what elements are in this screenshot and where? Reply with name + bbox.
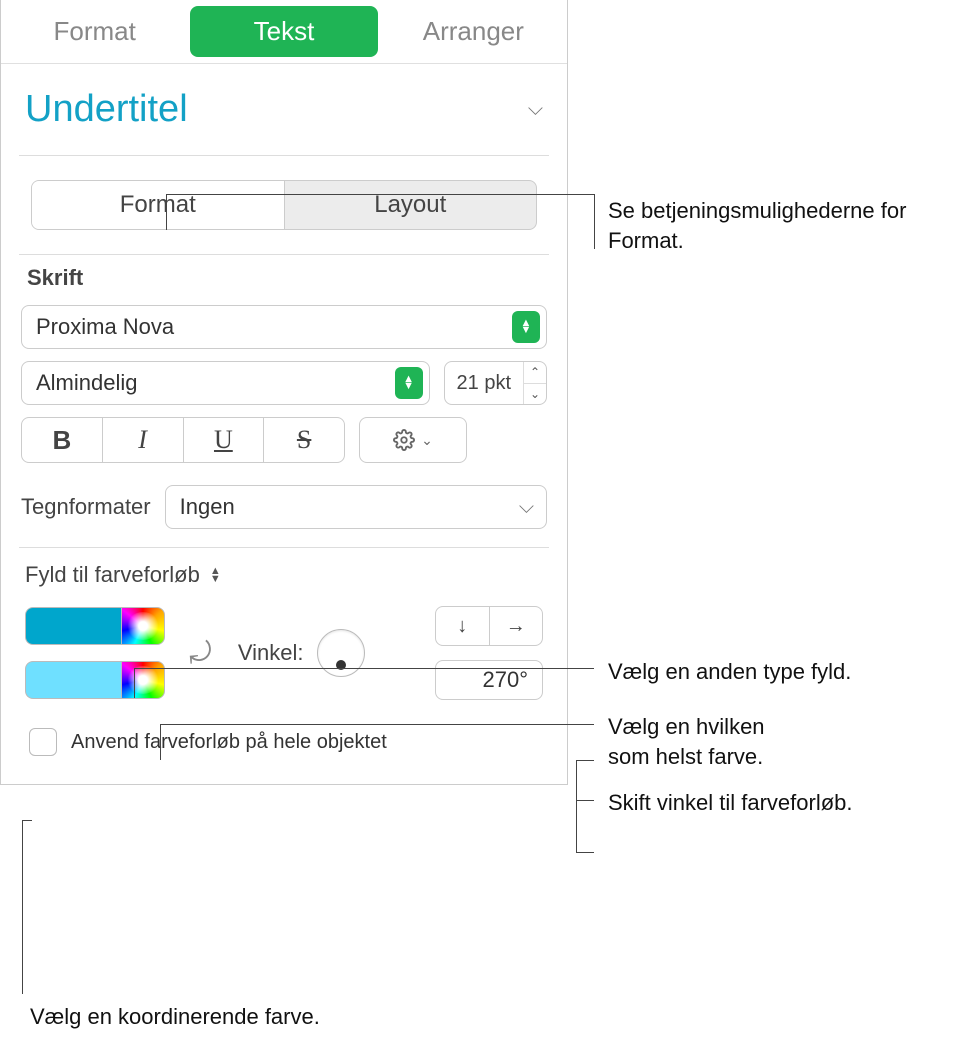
gear-icon — [393, 429, 415, 451]
tab-format[interactable]: Format — [1, 0, 188, 63]
font-family-value: Proxima Nova — [36, 314, 174, 340]
updown-icon: ▲▼ — [512, 311, 540, 343]
tab-tekst[interactable]: Tekst — [190, 6, 377, 57]
font-section-label: Skrift — [21, 265, 547, 291]
annotation-text: Se betjeningsmulighederne for Format. — [608, 196, 980, 255]
stepper-up-icon[interactable]: ⌃ — [524, 362, 546, 384]
callout-line — [160, 724, 594, 725]
sub-tab-row: Format Layout — [1, 156, 567, 254]
callout-line — [22, 820, 32, 821]
chevron-down-icon: ⌄ — [421, 432, 433, 449]
callout-line — [134, 668, 594, 669]
italic-button[interactable]: I — [103, 418, 184, 462]
font-size-stepper[interactable]: 21 pkt ⌃ ⌄ — [444, 361, 547, 405]
callout-line — [160, 724, 161, 760]
subtab-format[interactable]: Format — [32, 181, 285, 229]
callout-line — [576, 800, 594, 801]
callout-line — [594, 194, 595, 249]
char-formats-select[interactable]: Ingen ⌵ — [165, 485, 547, 529]
font-section: Skrift Proxima Nova ▲▼ Almindelig ▲▼ 21 … — [1, 255, 567, 547]
callout-line — [134, 668, 135, 698]
font-family-select[interactable]: Proxima Nova ▲▼ — [21, 305, 547, 349]
stepper-down-icon[interactable]: ⌄ — [524, 384, 546, 405]
paragraph-style-name: Undertitel — [25, 88, 188, 131]
char-formats-label: Tegnformater — [21, 494, 151, 520]
top-tab-bar: Format Tekst Arranger — [1, 0, 567, 64]
angle-group: Vinkel: — [238, 629, 366, 677]
angle-direction-segmented: ↓ → — [435, 606, 543, 646]
font-style-buttons: B I U S — [21, 417, 345, 463]
strikethrough-button[interactable]: S — [264, 418, 344, 462]
fill-type-select[interactable]: Fyld til farveforløb ▲▼ — [1, 548, 567, 600]
updown-icon: ▲▼ — [395, 367, 423, 399]
chevron-down-icon: ⌵ — [528, 98, 543, 121]
angle-down-button[interactable]: ↓ — [436, 607, 490, 645]
annotation-text: Vælg en hvilken som helst farve. — [608, 712, 765, 771]
callout-line — [576, 760, 594, 761]
angle-label: Vinkel: — [238, 640, 304, 666]
gradient-color-1-swatch[interactable] — [25, 607, 121, 645]
font-weight-select[interactable]: Almindelig ▲▼ — [21, 361, 430, 405]
angle-right-button[interactable]: → — [490, 607, 543, 645]
callout-line — [22, 820, 23, 994]
apply-gradient-label: Anvend farveforløb på hele objektet — [71, 731, 387, 754]
annotation-text: Vælg en koordinerende farve. — [30, 1002, 320, 1032]
angle-dial[interactable] — [317, 629, 365, 677]
annotation-text: Skift vinkel til farveforløb. — [608, 788, 853, 818]
color-well-2[interactable] — [121, 661, 165, 699]
updown-icon: ▲▼ — [210, 567, 221, 583]
apply-gradient-row: Anvend farveforløb på hele objektet — [25, 728, 543, 756]
gradient-colors — [25, 607, 165, 699]
tab-arranger[interactable]: Arranger — [380, 0, 567, 63]
font-weight-value: Almindelig — [36, 370, 138, 396]
annotation-text: Vælg en anden type fyld. — [608, 657, 851, 687]
font-size-value: 21 pkt — [445, 372, 523, 395]
char-formats-value: Ingen — [180, 494, 235, 520]
gradient-color-2-swatch[interactable] — [25, 661, 121, 699]
callout-line — [576, 760, 577, 852]
callout-line — [576, 852, 594, 853]
fill-type-label: Fyld til farveforløb — [25, 562, 200, 588]
callout-line — [166, 194, 594, 195]
angle-value-field[interactable]: 270° — [435, 660, 543, 700]
stepper-buttons[interactable]: ⌃ ⌄ — [523, 362, 546, 404]
bold-button[interactable]: B — [22, 418, 103, 462]
fill-body: ⤸ Vinkel: ↓ → 270° Anvend farveforløb på… — [1, 600, 567, 784]
chevron-down-icon: ⌵ — [519, 496, 540, 519]
advanced-options-button[interactable]: ⌄ — [359, 417, 467, 463]
callout-line — [166, 194, 167, 230]
angle-value: 270° — [482, 667, 528, 693]
paragraph-style-select[interactable]: Undertitel ⌵ — [21, 82, 547, 137]
subtab-layout[interactable]: Layout — [285, 181, 537, 229]
apply-gradient-checkbox[interactable] — [29, 728, 57, 756]
color-well-1[interactable] — [121, 607, 165, 645]
paragraph-style-row: Undertitel ⌵ — [1, 64, 567, 155]
underline-button[interactable]: U — [184, 418, 265, 462]
sub-tab-segmented: Format Layout — [31, 180, 537, 230]
